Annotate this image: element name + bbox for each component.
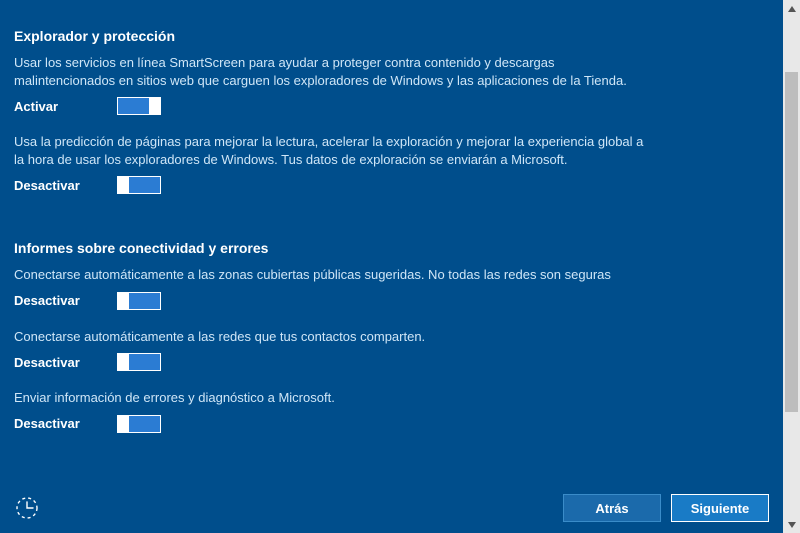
toggle-row: Desactivar	[14, 292, 755, 310]
toggle-state-label: Desactivar	[14, 178, 79, 193]
setting-desc: Conectarse automáticamente a las redes q…	[14, 328, 654, 346]
toggle-page-prediction[interactable]	[117, 176, 161, 194]
back-button-label: Atrás	[595, 501, 628, 516]
next-button-label: Siguiente	[691, 501, 750, 516]
scrollbar-thumb[interactable]	[785, 72, 798, 412]
setting-desc: Conectarse automáticamente a las zonas c…	[14, 266, 654, 284]
section-heading-connectivity: Informes sobre conectividad y errores	[14, 240, 755, 256]
back-button[interactable]: Atrás	[563, 494, 661, 522]
toggle-smartscreen[interactable]	[117, 97, 161, 115]
toggle-row: Desactivar	[14, 353, 755, 371]
setting-desc: Enviar información de errores y diagnóst…	[14, 389, 654, 407]
footer-bar: Atrás Siguiente	[0, 483, 783, 533]
setting-desc: Usa la predicción de páginas para mejora…	[14, 133, 654, 168]
ease-of-access-icon[interactable]	[14, 495, 40, 521]
toggle-state-label: Desactivar	[14, 416, 79, 431]
next-button[interactable]: Siguiente	[671, 494, 769, 522]
settings-content: Explorador y protección Usar los servici…	[0, 0, 783, 483]
toggle-row: Desactivar	[14, 176, 755, 194]
setting-desc: Usar los servicios en línea SmartScreen …	[14, 54, 654, 89]
toggle-open-hotspots[interactable]	[117, 292, 161, 310]
toggle-state-label: Desactivar	[14, 293, 79, 308]
toggle-error-reporting[interactable]	[117, 415, 161, 433]
toggle-state-label: Activar	[14, 99, 79, 114]
toggle-row: Activar	[14, 97, 755, 115]
toggle-state-label: Desactivar	[14, 355, 79, 370]
toggle-row: Desactivar	[14, 415, 755, 433]
toggle-shared-networks[interactable]	[117, 353, 161, 371]
scroll-down-arrow-icon[interactable]	[783, 516, 800, 533]
section-heading-browser: Explorador y protección	[14, 28, 755, 44]
scroll-up-arrow-icon[interactable]	[783, 0, 800, 17]
vertical-scrollbar[interactable]	[783, 0, 800, 533]
